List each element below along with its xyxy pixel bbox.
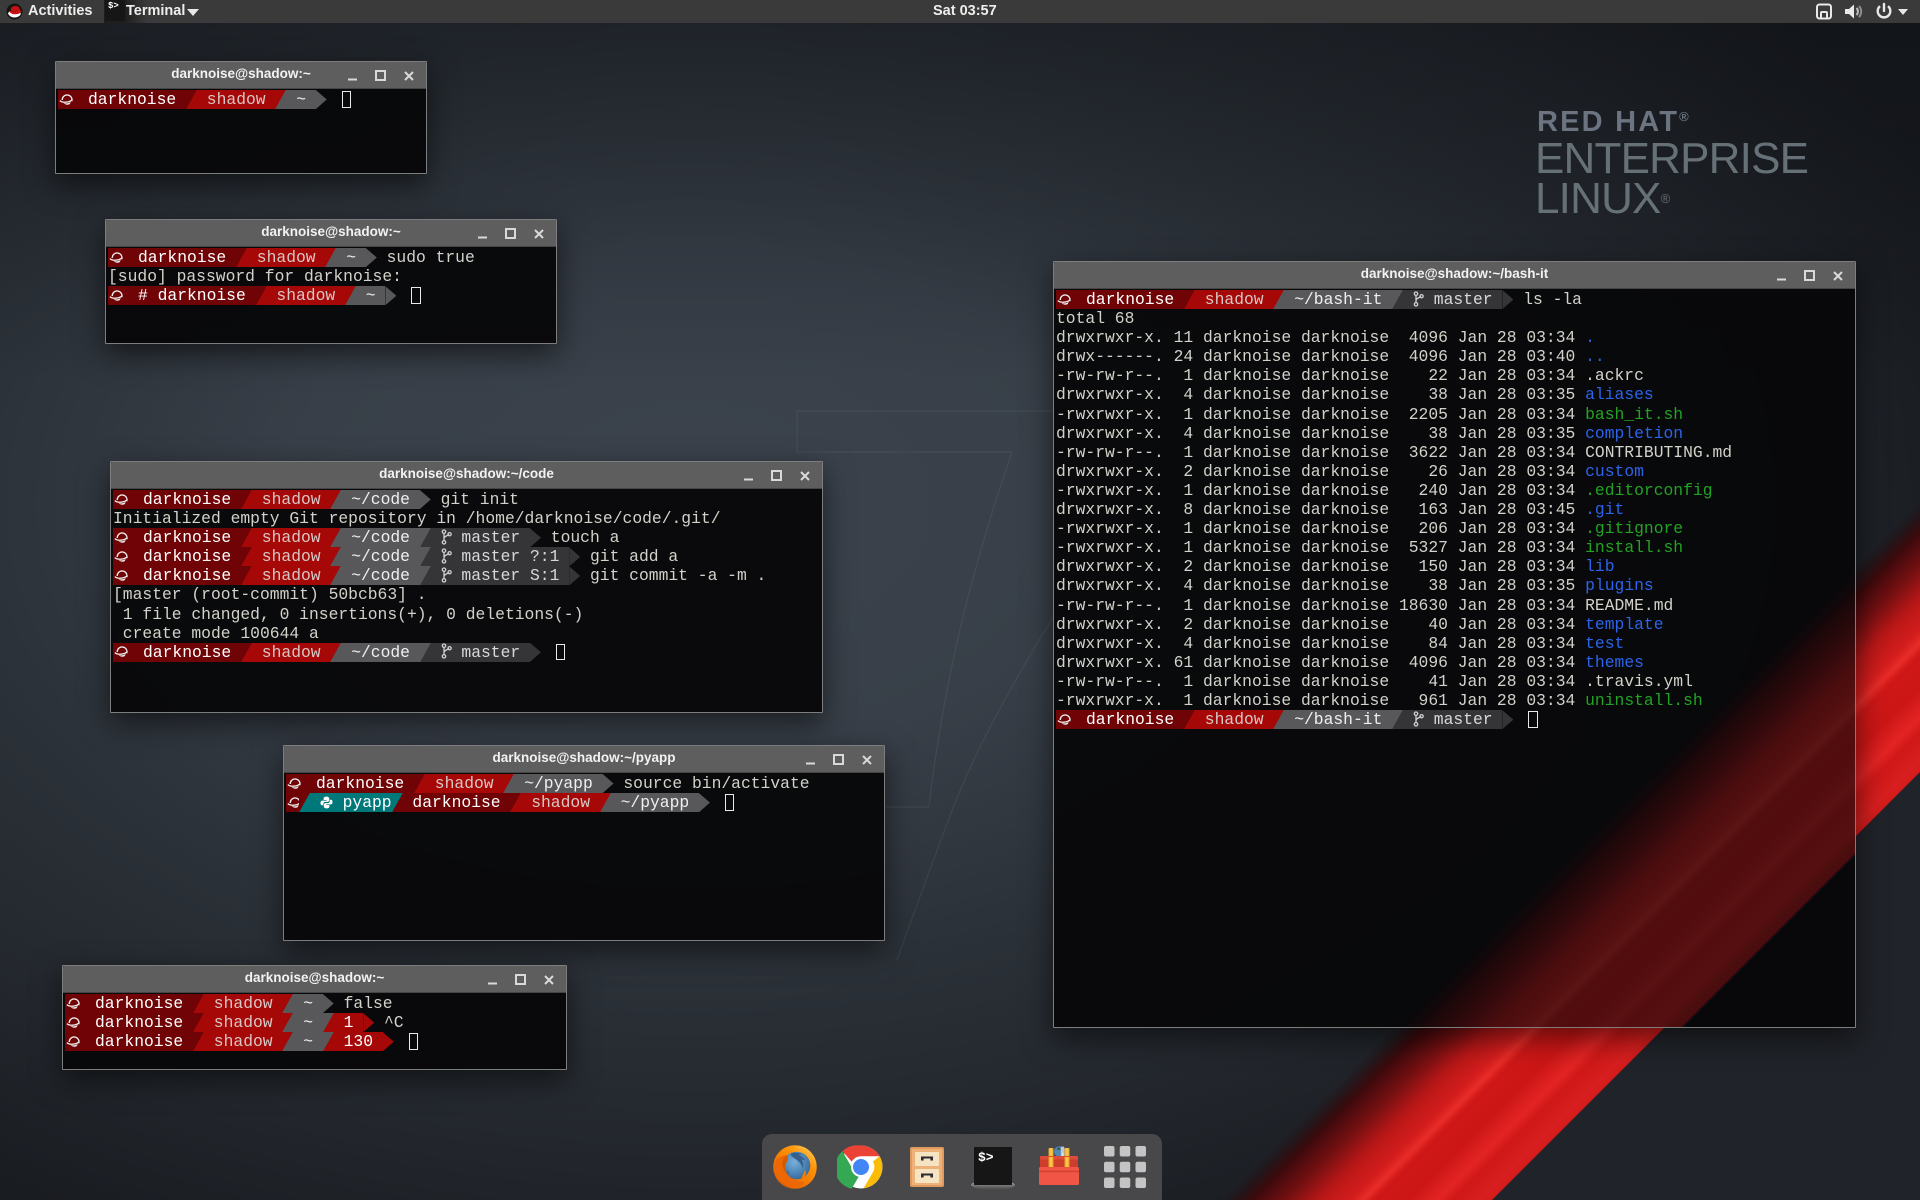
svg-text:$>: $> xyxy=(978,1150,994,1165)
